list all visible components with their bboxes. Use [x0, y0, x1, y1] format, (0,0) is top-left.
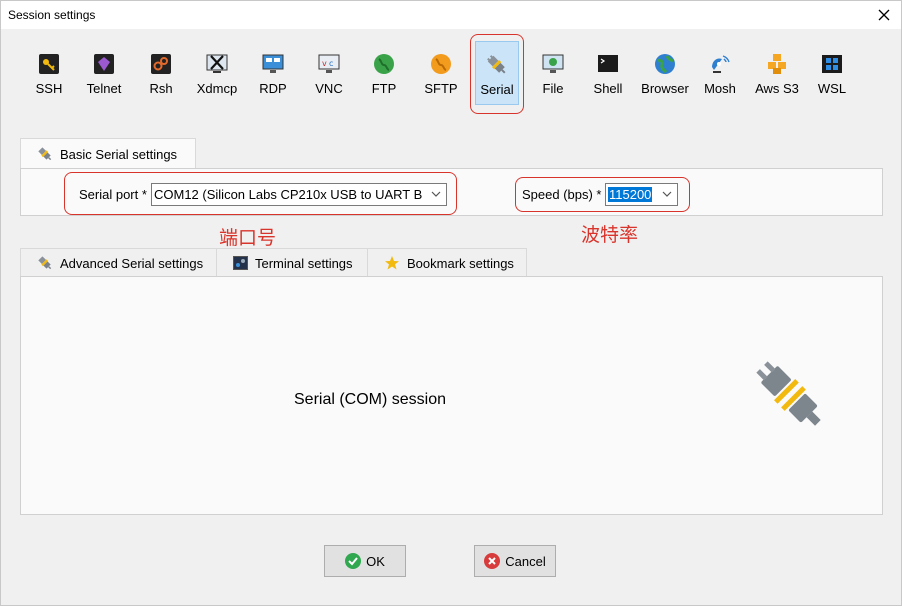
speed-select[interactable]: 115200: [605, 183, 678, 206]
tab-terminal-settings[interactable]: Terminal settings: [216, 248, 368, 277]
speed-value: 115200: [608, 187, 653, 202]
cancel-label: Cancel: [505, 553, 546, 569]
toolbar-wsl[interactable]: WSL: [816, 33, 848, 113]
star-icon: [385, 256, 399, 270]
window-title: Session settings: [8, 8, 96, 22]
tab-label: Bookmark settings: [407, 255, 514, 271]
tab-bookmark-settings[interactable]: Bookmark settings: [367, 248, 527, 277]
tab-label: Advanced Serial settings: [60, 255, 204, 271]
aws-s3-cubes-icon: [766, 53, 788, 75]
close-button[interactable]: [867, 1, 901, 29]
serial-port-value: COM12 (Silicon Labs CP210x USB to UART B: [154, 187, 423, 202]
xdmcp-monitor-icon: [206, 53, 228, 75]
svg-text:c: c: [329, 59, 333, 68]
ssh-key-icon: [38, 53, 60, 75]
speed-label: Speed (bps) *: [522, 187, 602, 202]
sftp-globe-icon: [430, 53, 452, 75]
telnet-icon: [93, 53, 115, 75]
check-icon: [345, 553, 362, 569]
toolbar-rdp[interactable]: RDP: [254, 33, 292, 113]
session-type-toolbar: SSH Telnet Rsh Xdmcp RDP v c VNC FTP SFT…: [1, 33, 901, 113]
toolbar-serial[interactable]: Serial: [475, 41, 519, 105]
serial-plug-large-icon: [756, 361, 821, 426]
toolbar-xdmcp[interactable]: Xdmcp: [193, 33, 241, 113]
tab-advanced-serial-settings[interactable]: Advanced Serial settings: [20, 248, 217, 277]
session-description: Serial (COM) session: [294, 391, 447, 408]
toolbar-telnet[interactable]: Telnet: [84, 33, 124, 113]
shell-terminal-icon: [597, 53, 619, 75]
terminal-icon: [233, 256, 248, 270]
mosh-satellite-icon: [709, 53, 731, 75]
file-monitor-icon: [542, 53, 564, 75]
serial-port-label: Serial port *: [79, 187, 147, 202]
toolbar-browser[interactable]: Browser: [639, 33, 691, 113]
toolbar-aws-s3[interactable]: Aws S3: [752, 33, 802, 113]
svg-text:v: v: [322, 59, 327, 68]
wsl-windows-icon: [821, 53, 843, 75]
ftp-globe-icon: [373, 53, 395, 75]
ok-label: OK: [366, 553, 385, 569]
tab-basic-serial-settings[interactable]: Basic Serial settings: [20, 138, 196, 169]
toolbar-file[interactable]: File: [540, 33, 566, 113]
port-annotation-text: 端口号: [219, 227, 277, 249]
toolbar-ssh[interactable]: SSH: [30, 33, 68, 113]
cancel-button[interactable]: Cancel: [474, 545, 556, 577]
toolbar-mosh[interactable]: Mosh: [702, 33, 738, 113]
serial-plug-icon: [38, 147, 52, 161]
tab-label: Terminal settings: [255, 255, 353, 271]
basic-settings-panel: [20, 168, 883, 216]
toolbar-sftp[interactable]: SFTP: [422, 33, 460, 113]
toolbar-rsh[interactable]: Rsh: [144, 33, 178, 113]
serial-port-select[interactable]: COM12 (Silicon Labs CP210x USB to UART B: [151, 183, 447, 206]
toolbar-vnc[interactable]: vc VNC: [311, 33, 347, 113]
toolbar-ftp[interactable]: FTP: [367, 33, 401, 113]
title-bar: Session settings: [1, 1, 901, 29]
browser-globe-icon: [654, 53, 676, 75]
chevron-down-icon: [431, 191, 441, 197]
serial-plug-icon: [486, 54, 508, 76]
session-settings-window: Session settings SSH Telnet Rsh Xdmcp RD…: [0, 0, 902, 606]
chevron-down-icon: [662, 191, 672, 197]
toolbar-shell[interactable]: Shell: [591, 33, 625, 113]
vnc-monitor-icon: vc: [318, 53, 340, 75]
close-icon: [878, 9, 890, 21]
rdp-monitor-icon: [262, 53, 284, 75]
tab-label: Basic Serial settings: [60, 146, 178, 162]
ok-button[interactable]: OK: [324, 545, 406, 577]
serial-plug-icon: [38, 256, 52, 270]
rsh-gears-icon: [150, 53, 172, 75]
cancel-icon: [484, 553, 501, 569]
baud-annotation-text: 波特率: [581, 224, 639, 246]
